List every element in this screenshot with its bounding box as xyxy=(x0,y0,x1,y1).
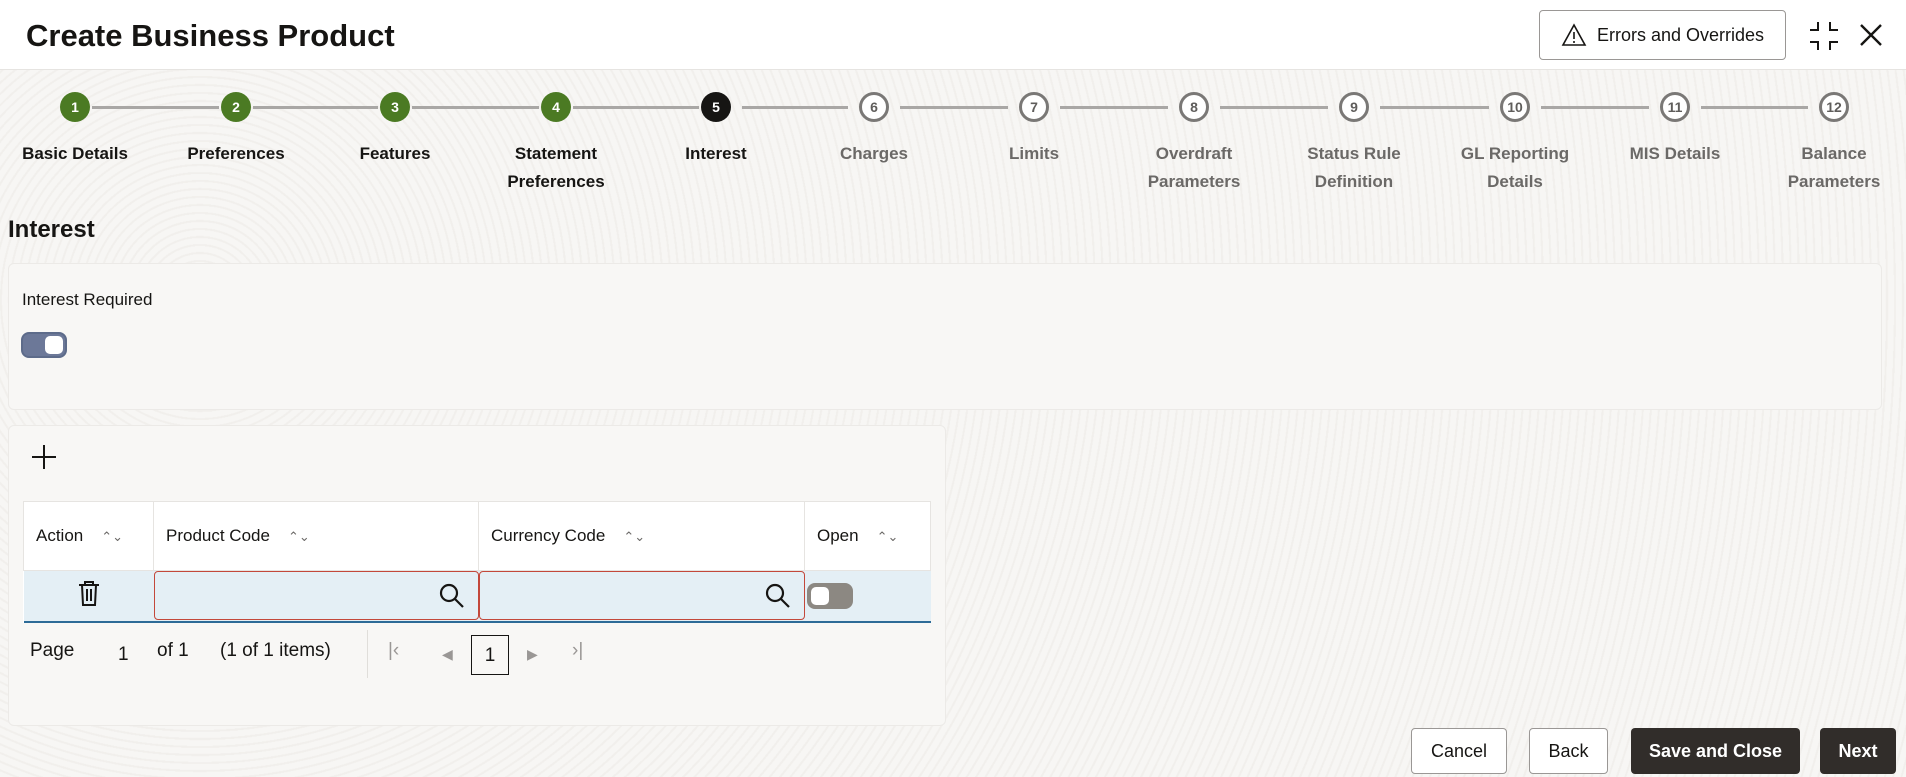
step-label: Preferences xyxy=(187,144,285,163)
items-count: (1 of 1 items) xyxy=(220,640,331,661)
step-number: 9 xyxy=(1339,92,1369,122)
column-header-currency-code[interactable]: Currency Code ⌃⌄ xyxy=(478,501,805,571)
table-row xyxy=(23,570,931,623)
step-3[interactable]: 3 Features xyxy=(315,92,475,168)
warning-icon xyxy=(1561,23,1587,46)
sort-icon: ⌃⌄ xyxy=(623,529,646,544)
column-header-product-code[interactable]: Product Code ⌃⌄ xyxy=(153,501,479,571)
add-icon[interactable] xyxy=(30,443,58,471)
current-page-button[interactable]: 1 xyxy=(471,635,509,675)
search-icon[interactable] xyxy=(764,582,792,610)
step-8[interactable]: 8 Overdraft Parameters xyxy=(1114,92,1274,196)
step-number: 1 xyxy=(60,92,90,122)
column-header-open[interactable]: Open ⌃⌄ xyxy=(804,501,931,571)
product-code-input[interactable] xyxy=(153,571,479,621)
page-number-input[interactable]: 1 xyxy=(118,644,129,666)
step-label: Statement Preferences xyxy=(507,144,605,191)
step-label: MIS Details xyxy=(1629,144,1721,163)
step-1[interactable]: 1 Basic Details xyxy=(0,92,155,168)
step-number: 6 xyxy=(859,92,889,122)
column-header-action[interactable]: Action ⌃⌄ xyxy=(23,501,154,571)
open-toggle[interactable] xyxy=(806,582,853,609)
errors-label: Errors and Overrides xyxy=(1596,24,1765,45)
save-and-close-button[interactable]: Save and Close xyxy=(1631,728,1800,774)
step-number: 11 xyxy=(1660,92,1690,122)
step-4[interactable]: 4 Statement Preferences xyxy=(476,92,636,196)
section-title: Interest xyxy=(8,216,95,243)
step-label: Features xyxy=(359,144,431,163)
errors-and-overrides-button[interactable]: Errors and Overrides xyxy=(1539,10,1786,60)
step-label: Basic Details xyxy=(22,144,128,163)
step-number: 10 xyxy=(1500,92,1530,122)
step-7[interactable]: 7 Limits xyxy=(954,92,1114,168)
header: Create Business Product Errors and Overr… xyxy=(0,0,1906,70)
step-number: 5 xyxy=(701,92,731,122)
page-title: Create Business Product xyxy=(26,18,395,53)
step-label: Charges xyxy=(839,144,909,163)
step-label: Overdraft Parameters xyxy=(1147,144,1241,191)
interest-required-toggle[interactable] xyxy=(21,332,67,358)
interest-panel xyxy=(8,263,1882,410)
step-number: 4 xyxy=(541,92,571,122)
sort-icon: ⌃⌄ xyxy=(101,529,124,544)
minimize-icon[interactable] xyxy=(1808,20,1840,52)
step-10[interactable]: 10 GL Reporting Details xyxy=(1435,92,1595,196)
step-11[interactable]: 11 MIS Details xyxy=(1595,92,1755,168)
interest-required-label: Interest Required xyxy=(22,290,153,309)
last-page-icon[interactable]: ›| xyxy=(572,640,583,662)
step-6[interactable]: 6 Charges xyxy=(794,92,954,168)
sort-icon: ⌃⌄ xyxy=(287,529,310,544)
close-icon[interactable] xyxy=(1858,22,1884,48)
step-number: 8 xyxy=(1179,92,1209,122)
page-label: Page xyxy=(30,640,75,661)
page-total: of 1 xyxy=(157,640,189,661)
next-page-icon[interactable]: ▶ xyxy=(527,646,538,663)
interest-table: Action ⌃⌄ Product Code ⌃⌄ Currency Code ⌃⌄ … xyxy=(23,501,931,623)
step-label: Limits xyxy=(1008,144,1060,163)
currency-code-input[interactable] xyxy=(478,571,805,621)
cancel-button[interactable]: Cancel xyxy=(1411,728,1507,774)
delete-icon[interactable] xyxy=(77,579,101,607)
step-label: Status Rule Definition xyxy=(1307,144,1401,191)
step-label: Balance Parameters xyxy=(1787,144,1881,191)
step-number: 7 xyxy=(1019,92,1049,122)
next-button[interactable]: Next xyxy=(1820,728,1896,774)
step-12[interactable]: 12 Balance Parameters xyxy=(1754,92,1906,196)
previous-page-icon[interactable]: ◀ xyxy=(442,646,453,663)
step-9[interactable]: 9 Status Rule Definition xyxy=(1274,92,1434,196)
step-label: GL Reporting Details xyxy=(1460,144,1570,191)
sort-icon: ⌃⌄ xyxy=(876,529,899,544)
search-icon[interactable] xyxy=(438,582,466,610)
step-2[interactable]: 2 Preferences xyxy=(156,92,316,168)
step-label: Interest xyxy=(685,144,747,163)
step-number: 3 xyxy=(380,92,410,122)
first-page-icon[interactable]: |‹ xyxy=(388,640,399,662)
step-number: 12 xyxy=(1819,92,1849,122)
step-number: 2 xyxy=(221,92,251,122)
back-button[interactable]: Back xyxy=(1529,728,1608,774)
step-5[interactable]: 5 Interest xyxy=(636,92,796,168)
